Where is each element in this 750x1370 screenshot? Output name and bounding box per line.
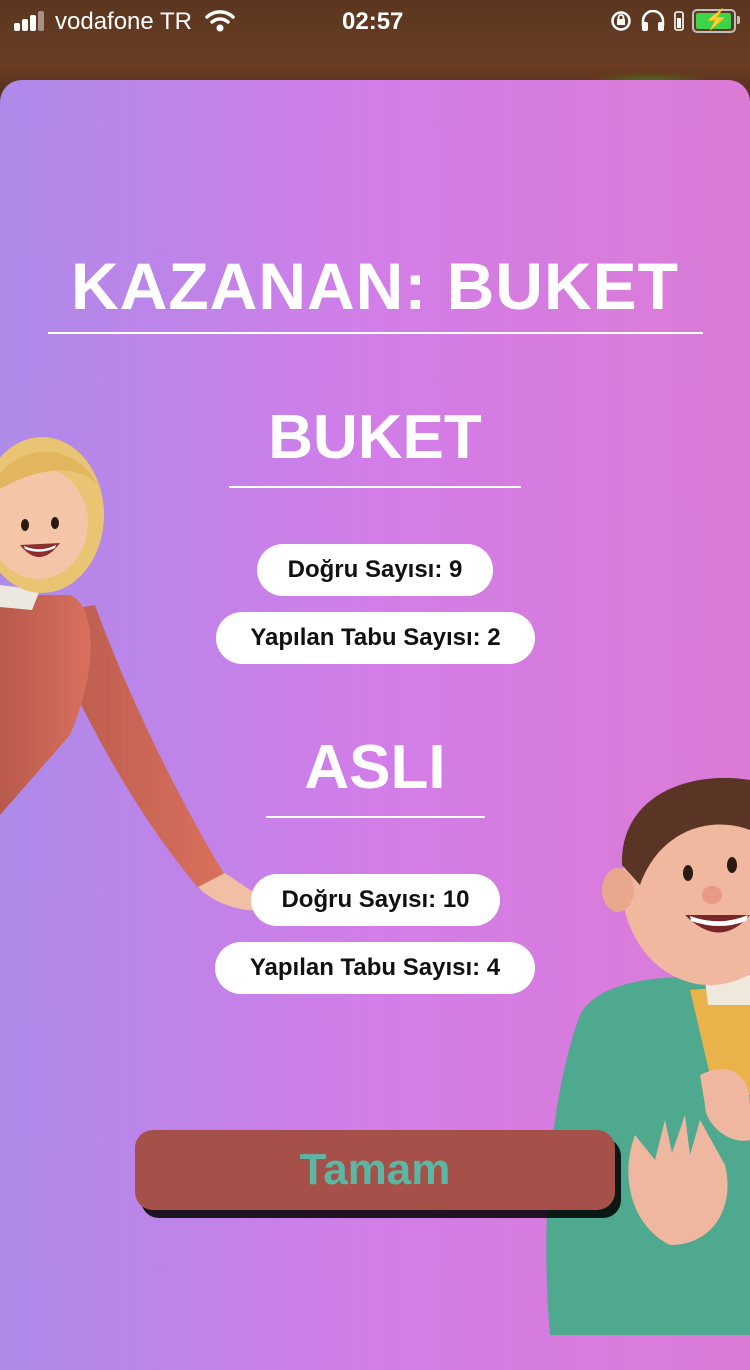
woman-character-illustration <box>0 437 269 911</box>
status-bar: vodafone TR 02:57 ⚡ <box>0 0 750 42</box>
man-character-illustration <box>546 777 750 1335</box>
battery-icon: ⚡ <box>692 9 740 33</box>
winner-title-underline <box>48 332 703 334</box>
result-card: KAZANAN: BUKET BUKET Doğru Sayısı: 9 Yap… <box>0 80 750 1370</box>
player-1-correct-count: Doğru Sayısı: 9 <box>257 544 493 596</box>
headphones-icon <box>641 10 665 31</box>
winner-title: KAZANAN: BUKET <box>71 249 679 323</box>
ok-button[interactable]: Tamam <box>135 1130 615 1210</box>
carrier-name: vodafone TR <box>55 8 192 35</box>
status-right-icons: ⚡ <box>610 8 740 34</box>
status-time: 02:57 <box>342 8 404 35</box>
player-name-2: ASLI <box>304 733 446 802</box>
player-2-correct-count: Doğru Sayısı: 10 <box>251 874 500 926</box>
player-name-2-underline <box>266 816 485 818</box>
player-name-1-underline <box>229 486 521 488</box>
rotation-lock-icon <box>611 11 631 31</box>
headphones-battery-icon <box>674 11 684 31</box>
player-2-taboo-count: Yapılan Tabu Sayısı: 4 <box>215 942 535 994</box>
cellular-signal-icon <box>14 11 48 31</box>
player-1-taboo-count: Yapılan Tabu Sayısı: 2 <box>216 612 535 664</box>
player-name-1: BUKET <box>268 403 482 472</box>
wifi-icon <box>205 10 235 32</box>
